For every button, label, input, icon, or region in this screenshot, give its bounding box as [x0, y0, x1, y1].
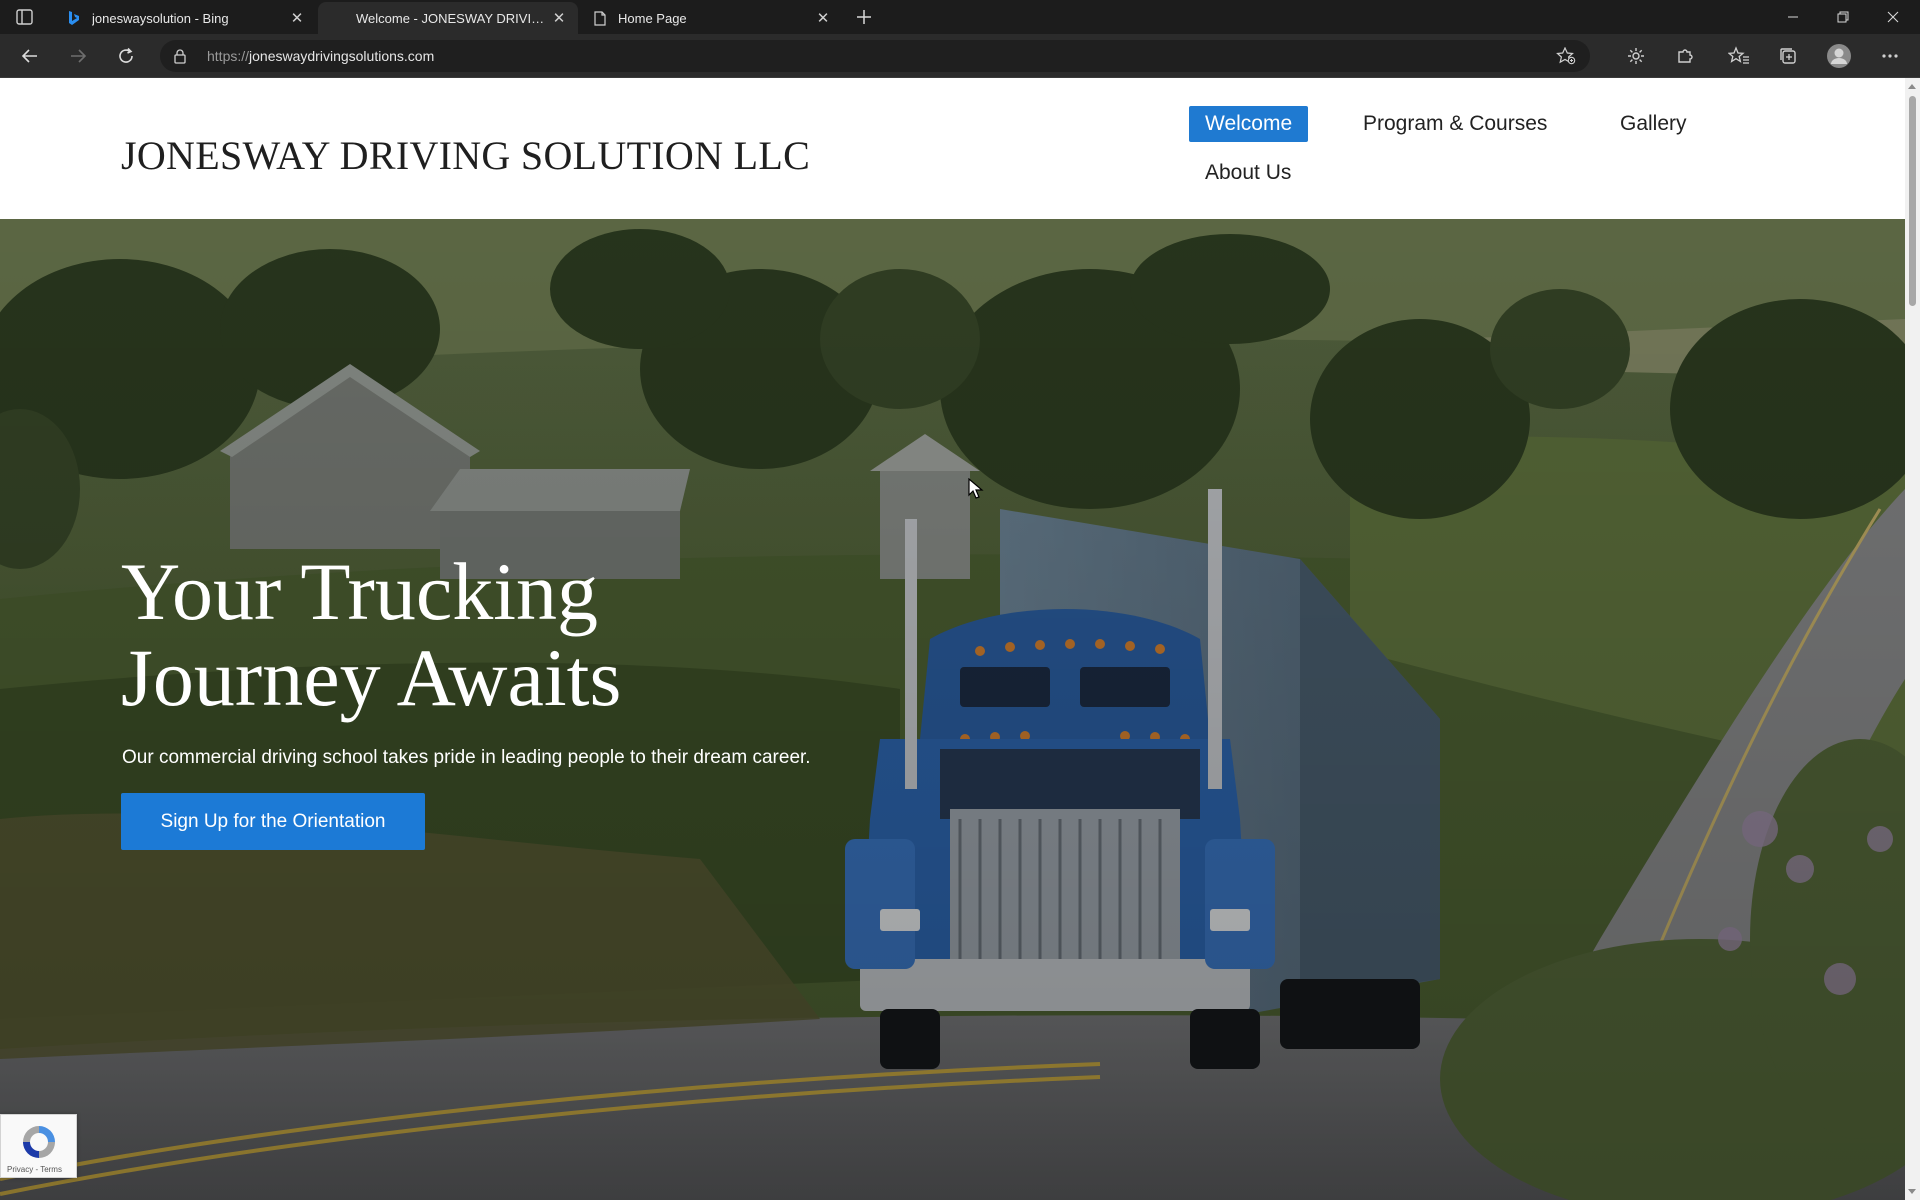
nav-welcome[interactable]: Welcome [1189, 106, 1309, 142]
new-tab-button[interactable] [852, 5, 876, 29]
close-tab-icon[interactable]: ✕ [814, 9, 832, 27]
minimize-button[interactable] [1770, 0, 1816, 34]
tab-bing[interactable]: joneswaysolution - Bing ✕ [56, 2, 316, 34]
back-button[interactable] [15, 42, 45, 70]
site-logo[interactable]: JONESWAY DRIVING SOLUTION LLC [121, 132, 810, 179]
lock-icon[interactable] [172, 48, 188, 64]
tab-actions-icon[interactable] [14, 7, 36, 27]
close-tab-icon[interactable]: ✕ [288, 9, 306, 27]
page-viewport: JONESWAY DRIVING SOLUTION LLC Welcome Pr… [0, 78, 1905, 1200]
scroll-down-icon[interactable] [1908, 1189, 1916, 1194]
signup-orientation-button[interactable]: Sign Up for the Orientation [121, 793, 425, 850]
extensions-icon[interactable] [1674, 46, 1696, 66]
scroll-up-icon[interactable] [1908, 84, 1916, 89]
nav-about-us[interactable]: About Us [1205, 155, 1291, 191]
browser-toolbar: https://joneswaydrivingsolutions.com [0, 34, 1920, 78]
more-menu-icon[interactable] [1879, 46, 1901, 66]
bing-icon [66, 10, 82, 26]
restore-button[interactable] [1820, 0, 1866, 34]
recaptcha-badge[interactable]: Privacy - Terms [0, 1114, 77, 1178]
tab-strip: joneswaysolution - Bing ✕ Welcome - JONE… [0, 0, 1920, 34]
page-scrollbar[interactable] [1905, 78, 1920, 1200]
refresh-button[interactable] [111, 42, 141, 70]
recaptcha-terms[interactable]: Privacy - Terms [7, 1165, 62, 1174]
scrollbar-thumb[interactable] [1909, 96, 1916, 306]
nav-program-courses[interactable]: Program & Courses [1363, 106, 1547, 142]
url-text[interactable]: https://joneswaydrivingsolutions.com [207, 48, 434, 64]
address-bar[interactable]: https://joneswaydrivingsolutions.com [160, 40, 1590, 72]
recaptcha-icon [23, 1126, 55, 1158]
forward-button[interactable] [63, 42, 93, 70]
hero-title: Your Trucking Journey Awaits [121, 546, 622, 723]
profile-avatar-icon[interactable] [1826, 44, 1852, 68]
nav-gallery[interactable]: Gallery [1620, 106, 1687, 142]
add-favorite-icon[interactable] [1556, 46, 1576, 65]
hero-subtitle: Our commercial driving school takes prid… [122, 747, 811, 768]
collections-icon[interactable] [1777, 46, 1799, 66]
mouse-cursor-icon [968, 478, 984, 499]
site-header: JONESWAY DRIVING SOLUTION LLC Welcome Pr… [0, 78, 1905, 219]
page-icon [592, 10, 608, 26]
close-window-button[interactable] [1870, 0, 1916, 34]
copilot-icon[interactable] [1625, 46, 1647, 66]
hero-section: Your Trucking Journey Awaits Our commerc… [0, 219, 1905, 1200]
tab-welcome[interactable]: Welcome - JONESWAY DRIVING SOLUTION LLC … [318, 2, 578, 34]
close-tab-icon[interactable]: ✕ [550, 9, 568, 27]
tab-home-page[interactable]: Home Page ✕ [582, 2, 842, 34]
favorites-icon[interactable] [1728, 46, 1750, 66]
